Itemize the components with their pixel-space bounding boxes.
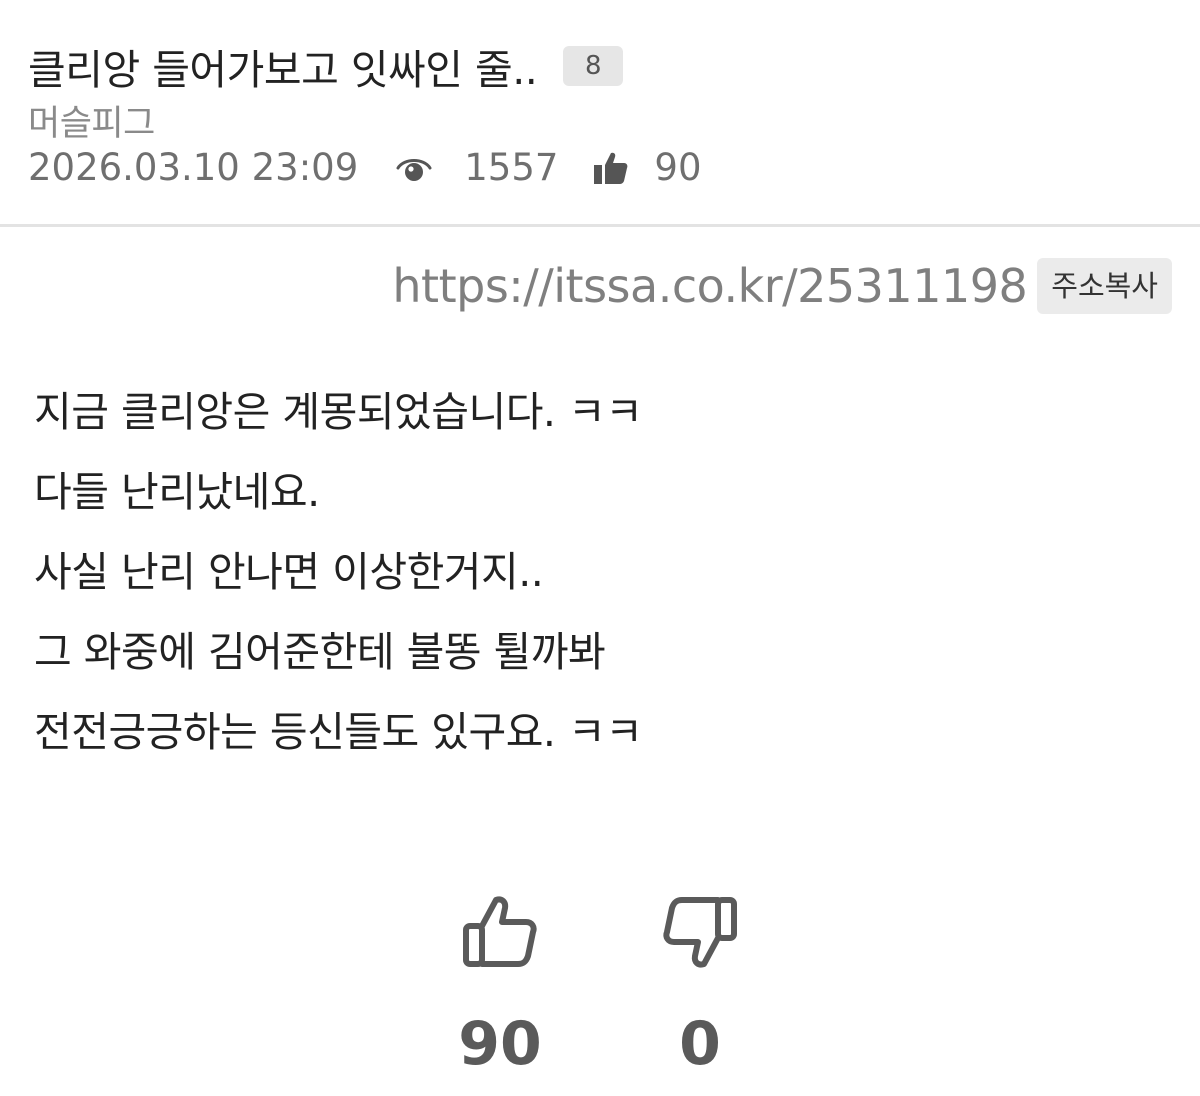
body-line: 사실 난리 안나면 이상한거지.. — [34, 548, 544, 596]
url-row: https://itssa.co.kr/25311198 주소복사 — [392, 258, 1172, 314]
body-line: 지금 클리앙은 계몽되었습니다. ㅋㅋ — [34, 388, 643, 436]
upvote-count: 90 — [458, 1009, 542, 1079]
upvote-button[interactable]: 90 — [440, 892, 560, 1074]
post-page: 클리앙 들어가보고 잇싸인 줄.. 8 머슬피그 2026.03.10 23:0… — [0, 0, 1200, 1096]
comment-count-badge[interactable]: 8 — [563, 46, 624, 86]
thumbs-up-outline-icon — [460, 892, 540, 972]
view-count: 1557 — [464, 146, 559, 189]
body-line: 그 와중에 김어준한테 불똥 튈까봐 — [34, 628, 606, 676]
copy-url-button[interactable]: 주소복사 — [1037, 258, 1172, 314]
header-divider — [0, 224, 1200, 227]
title-row: 클리앙 들어가보고 잇싸인 줄.. 8 — [28, 36, 624, 96]
body-line: 전전긍긍하는 등신들도 있구요. ㅋㅋ — [34, 708, 643, 756]
post-datetime: 2026.03.10 23:09 — [28, 146, 359, 189]
thumbs-up-filled-icon — [592, 149, 630, 187]
thumbs-down-outline-icon — [660, 892, 740, 972]
body-line: 다들 난리났네요. — [34, 468, 320, 516]
eye-icon — [394, 148, 434, 188]
post-title: 클리앙 들어가보고 잇싸인 줄.. — [28, 46, 538, 94]
like-count: 90 — [654, 146, 702, 189]
author-name[interactable]: 머슬피그 — [28, 95, 155, 146]
post-url[interactable]: https://itssa.co.kr/25311198 — [392, 259, 1027, 313]
vote-section: 90 0 — [0, 892, 1200, 1092]
post-header: 클리앙 들어가보고 잇싸인 줄.. 8 머슬피그 2026.03.10 23:0… — [0, 0, 1200, 226]
downvote-count: 0 — [679, 1009, 721, 1079]
post-meta: 2026.03.10 23:09 1557 90 — [28, 146, 702, 189]
downvote-button[interactable]: 0 — [640, 892, 760, 1074]
post-body: 지금 클리앙은 계몽되었습니다. ㅋㅋ 다들 난리났네요. 사실 난리 안나면 … — [34, 380, 1164, 780]
